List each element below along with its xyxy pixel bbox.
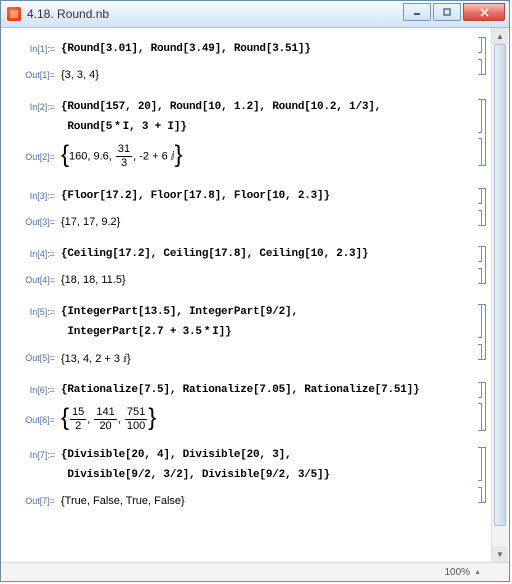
fraction: 152 — [70, 407, 86, 432]
input-row[interactable]: In[4]:= {Ceiling[17.2], Ceiling[17.8], C… — [7, 245, 488, 263]
close-button[interactable] — [463, 3, 505, 21]
out-label: Out[6]= — [7, 415, 61, 425]
zoom-control[interactable]: 100% ▲ — [444, 567, 481, 578]
out-label: Out[2]= — [7, 152, 61, 162]
cell-bracket[interactable] — [477, 303, 488, 367]
in-code: {Rationalize[7.5], Rationalize[7.05], Ra… — [61, 384, 419, 396]
input-row[interactable]: In[3]:= {Floor[17.2], Floor[17.8], Floor… — [7, 187, 488, 205]
out-code: {3, 3, 4} — [61, 69, 99, 81]
statusbar: 100% ▲ — [1, 562, 509, 581]
cell-bracket[interactable] — [477, 34, 488, 84]
input-row[interactable]: In[2]:= {Round[157, 20], Round[10, 1.2],… — [7, 98, 488, 116]
minimize-button[interactable] — [403, 3, 431, 21]
out-code: {True, False, True, False} — [61, 495, 185, 507]
input-row[interactable]: In[6]:= {Rationalize[7.5], Rationalize[7… — [7, 381, 488, 399]
maximize-icon — [443, 8, 451, 16]
out-code: {152, 14120, 751100} — [61, 407, 156, 432]
output-row[interactable]: Out[2]= {160, 9.6, 313, -2 + 6 ⅈ} — [7, 144, 488, 169]
output-row[interactable]: Out[5]= {13, 4, 2 + 3 ⅈ} — [7, 349, 488, 367]
scroll-thumb[interactable] — [494, 44, 506, 526]
fraction: 14120 — [94, 407, 116, 432]
out-label: Out[7]= — [7, 496, 61, 506]
cell-group-1: In[1]:= {Round[3.01], Round[3.49], Round… — [7, 34, 488, 84]
fraction: 313 — [116, 144, 132, 169]
cell-bracket[interactable] — [477, 446, 488, 510]
in-code: {Ceiling[17.2], Ceiling[17.8], Ceiling[1… — [61, 248, 368, 260]
fraction: 751100 — [125, 407, 147, 432]
cell-bracket[interactable] — [477, 245, 488, 289]
input-row[interactable]: In[7]:= {Divisible[20, 4], Divisible[20,… — [7, 446, 488, 464]
zoom-up-icon[interactable]: ▲ — [474, 569, 481, 576]
out-code: {18, 18, 11.5} — [61, 274, 126, 286]
close-icon — [480, 8, 489, 17]
app-icon — [7, 7, 21, 21]
scroll-up-arrow[interactable]: ▲ — [492, 28, 508, 44]
notebook-window: 4.18. Round.nb In[1]:= {Round[3.01], Rou… — [0, 0, 510, 582]
out-label: Out[4]= — [7, 275, 61, 285]
cell-group-7: In[7]:= {Divisible[20, 4], Divisible[20,… — [7, 446, 488, 510]
in-label: In[2]:= — [7, 102, 61, 112]
zoom-value: 100% — [444, 567, 470, 578]
out-label: Out[3]= — [7, 217, 61, 227]
in-code: {Divisible[20, 4], Divisible[20, 3], — [61, 449, 291, 461]
out-code: {17, 17, 9.2} — [61, 216, 120, 228]
out-label: Out[1]= — [7, 70, 61, 80]
titlebar[interactable]: 4.18. Round.nb — [1, 1, 509, 28]
in-label: In[5]:= — [7, 307, 61, 317]
in-label: In[1]:= — [7, 44, 61, 54]
cell-group-2: In[2]:= {Round[157, 20], Round[10, 1.2],… — [7, 98, 488, 169]
window-title: 4.18. Round.nb — [27, 7, 109, 21]
in-code: IntegerPart[2.7 + 3.5 * I]} — [61, 326, 231, 338]
output-row[interactable]: Out[3]= {17, 17, 9.2} — [7, 213, 488, 231]
input-row-cont[interactable]: IntegerPart[2.7 + 3.5 * I]} — [7, 323, 488, 341]
in-code: {Round[157, 20], Round[10, 1.2], Round[1… — [61, 101, 381, 113]
cell-bracket[interactable] — [477, 98, 488, 169]
notebook-body[interactable]: In[1]:= {Round[3.01], Round[3.49], Round… — [1, 28, 492, 562]
out-code: {13, 4, 2 + 3 ⅈ} — [61, 352, 131, 365]
out-suffix: , -2 + 6 ⅈ — [133, 150, 174, 162]
cell-group-5: In[5]:= {IntegerPart[13.5], IntegerPart[… — [7, 303, 488, 367]
output-row[interactable]: Out[7]= {True, False, True, False} — [7, 492, 488, 510]
maximize-button[interactable] — [433, 3, 461, 21]
cell-bracket[interactable] — [477, 187, 488, 231]
content-area: In[1]:= {Round[3.01], Round[3.49], Round… — [1, 28, 509, 562]
in-code: {IntegerPart[13.5], IntegerPart[9/2], — [61, 306, 298, 318]
cell-group-3: In[3]:= {Floor[17.2], Floor[17.8], Floor… — [7, 187, 488, 231]
cell-bracket[interactable] — [477, 381, 488, 432]
in-code: {Round[3.01], Round[3.49], Round[3.51]} — [61, 43, 311, 55]
input-row[interactable]: In[5]:= {IntegerPart[13.5], IntegerPart[… — [7, 303, 488, 321]
window-controls — [403, 3, 505, 21]
input-row-cont[interactable]: Round[5 * I, 3 + I]} — [7, 118, 488, 136]
in-label: In[4]:= — [7, 249, 61, 259]
output-row[interactable]: Out[6]= {152, 14120, 751100} — [7, 407, 488, 432]
in-code: {Floor[17.2], Floor[17.8], Floor[10, 2.3… — [61, 190, 330, 202]
scroll-down-arrow[interactable]: ▼ — [492, 546, 508, 562]
out-prefix: 160, 9.6, — [69, 150, 115, 162]
out-code: {160, 9.6, 313, -2 + 6 ⅈ} — [61, 144, 183, 169]
in-code: Round[5 * I, 3 + I]} — [61, 121, 187, 133]
input-row[interactable]: In[1]:= {Round[3.01], Round[3.49], Round… — [7, 40, 488, 58]
in-label: In[7]:= — [7, 450, 61, 460]
vertical-scrollbar[interactable]: ▲ ▼ — [491, 28, 508, 562]
minimize-icon — [413, 8, 421, 16]
in-code: Divisible[9/2, 3/2], Divisible[9/2, 3/5]… — [61, 469, 330, 481]
output-row[interactable]: Out[4]= {18, 18, 11.5} — [7, 271, 488, 289]
cell-group-6: In[6]:= {Rationalize[7.5], Rationalize[7… — [7, 381, 488, 432]
in-label: In[6]:= — [7, 385, 61, 395]
output-row[interactable]: Out[1]= {3, 3, 4} — [7, 66, 488, 84]
input-row-cont[interactable]: Divisible[9/2, 3/2], Divisible[9/2, 3/5]… — [7, 466, 488, 484]
out-label: Out[5]= — [7, 353, 61, 363]
in-label: In[3]:= — [7, 191, 61, 201]
cell-group-4: In[4]:= {Ceiling[17.2], Ceiling[17.8], C… — [7, 245, 488, 289]
